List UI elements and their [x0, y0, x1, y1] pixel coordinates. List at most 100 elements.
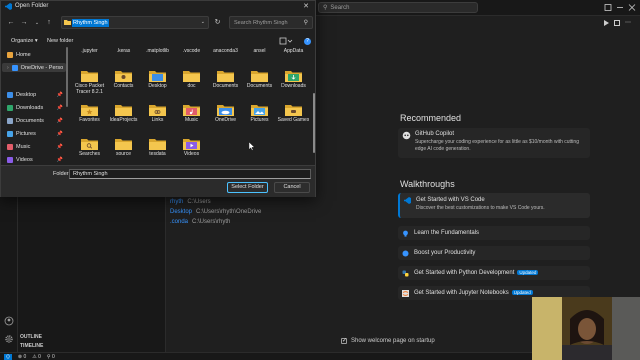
walkthrough-python[interactable]: Get Started with Python Development Updat… [398, 266, 590, 280]
view-options-icon[interactable] [279, 37, 293, 45]
nav-item-onedrive[interactable]: › OneDrive - Perso [2, 63, 66, 72]
new-folder-button[interactable]: New folder [47, 38, 73, 44]
folder-icon [115, 105, 132, 116]
nav-item-downloads[interactable]: Downloads 📌 [7, 103, 67, 112]
refresh-icon[interactable]: ↻ [212, 16, 223, 29]
folder-item[interactable]: Desktop [141, 67, 174, 99]
lightbulb-icon [403, 230, 408, 237]
nav-item-music[interactable]: Music 📌 [7, 142, 67, 151]
recent-item[interactable]: rhyth C:\Users [170, 199, 211, 205]
folder-item[interactable]: Links [141, 101, 174, 133]
walkthrough-vscode[interactable]: Get Started with VS Code Discover the be… [398, 193, 590, 218]
folder-item-label: doc [187, 83, 196, 89]
select-folder-button[interactable]: Select Folder [227, 182, 268, 193]
remote-icon[interactable]: ⟨⟩ [4, 353, 12, 360]
folder-name-input[interactable]: Rhythm Singh [69, 169, 311, 179]
recent-item[interactable]: Desktop C:\Users\rhyth\OneDrive [170, 209, 261, 215]
folder-item-label: Documents [246, 83, 273, 89]
nav-item-home[interactable]: Home [7, 50, 67, 59]
close-icon[interactable] [628, 3, 636, 12]
layout-icon[interactable] [604, 3, 612, 12]
split-editor-icon[interactable] [614, 20, 620, 26]
folder-item[interactable]: Searches [73, 135, 106, 165]
home-icon [7, 51, 13, 58]
dialog-close-icon[interactable]: ✕ [301, 2, 311, 12]
recent-name[interactable]: .conda [170, 219, 188, 225]
organize-menu[interactable]: Organize ▾ [11, 38, 38, 44]
folder-item[interactable]: Favorites [73, 101, 106, 133]
folder-item[interactable]: source [107, 135, 140, 165]
file-item-label[interactable]: anaconda3 [209, 48, 242, 54]
address-bar[interactable]: Rhythm Singh ⌄ [61, 16, 209, 29]
gear-icon[interactable] [4, 334, 14, 344]
file-item-label[interactable]: .keras [107, 48, 140, 54]
ports-count[interactable]: ⚲ 0 [47, 354, 55, 360]
up-icon[interactable]: ↑ [45, 19, 53, 27]
folder-icon [251, 105, 268, 116]
copilot-card[interactable]: GitHub Copilot Supercharge your coding e… [398, 128, 590, 158]
file-item-label[interactable]: ansel [243, 48, 276, 54]
dialog-titlebar: Open Folder ✕ [1, 1, 315, 13]
nav-item-documents[interactable]: Documents 📌 [7, 116, 67, 125]
folder-item[interactable]: Contacts [107, 67, 140, 99]
recent-name[interactable]: Desktop [170, 209, 192, 215]
chevron-down-icon[interactable]: ⌄ [201, 19, 205, 25]
run-icon[interactable] [604, 20, 609, 26]
folder-item[interactable]: Music [175, 101, 208, 133]
folder-item[interactable]: Cisco Packet Tracer 8.2.1 [73, 67, 106, 99]
nav-label: Downloads [16, 104, 44, 111]
nav-item-desktop[interactable]: Desktop 📌 [7, 90, 67, 99]
pin-icon: 📌 [56, 104, 63, 111]
folder-item[interactable]: OneDrive [209, 101, 242, 133]
folder-item[interactable]: IdeaProjects [107, 101, 140, 133]
nav-item-pictures[interactable]: Pictures 📌 [7, 129, 67, 138]
folder-icon [149, 105, 166, 116]
nav-item-videos[interactable]: Videos 📌 [7, 155, 67, 164]
recommended-heading: Recommended [400, 113, 462, 123]
walkthrough-productivity[interactable]: Boost your Productivity [398, 246, 590, 260]
navigation-pane: Home › OneDrive - Perso Desktop 📌 Downlo… [1, 47, 69, 165]
folder-item[interactable]: Saved Games [277, 101, 309, 133]
account-icon[interactable] [4, 316, 14, 326]
nav-scrollbar[interactable] [66, 47, 68, 107]
help-icon[interactable]: ? [304, 38, 311, 45]
command-center-search[interactable]: ⚲ Search [318, 2, 478, 13]
pin-icon: 📌 [56, 130, 63, 137]
folder-item[interactable]: Videos [175, 135, 208, 165]
folder-item[interactable]: tesdata [141, 135, 174, 165]
folder-item[interactable]: Downloads [277, 67, 309, 99]
recent-item[interactable]: .conda C:\Users\rhyth [170, 219, 230, 225]
file-item-label[interactable]: AppData [277, 48, 309, 54]
folder-item[interactable]: Documents [209, 67, 242, 99]
walkthroughs-heading: Walkthroughs [400, 179, 455, 189]
file-item-label[interactable]: .vscode [175, 48, 208, 54]
nav-label: Documents [16, 117, 44, 124]
checkbox-icon[interactable] [341, 337, 347, 344]
recent-locations-icon[interactable]: ⌄ [33, 19, 41, 27]
expand-chevron-icon[interactable]: › [7, 65, 9, 71]
timeline-section[interactable]: TIMELINE [20, 343, 43, 349]
file-item-label[interactable]: .matplotlib [141, 48, 174, 54]
folder-item-label: Links [151, 117, 164, 123]
folder-search-input[interactable]: Search Rhythm Singh ⚲ [229, 16, 313, 29]
errors-count[interactable]: ⊗ 0 [18, 354, 26, 360]
folder-item[interactable]: doc [175, 67, 208, 99]
cancel-button[interactable]: Cancel [274, 182, 310, 193]
folder-icon [285, 71, 302, 82]
show-welcome-toggle[interactable]: Show welcome page on startup [341, 337, 435, 344]
forward-icon[interactable]: → [20, 19, 28, 27]
back-icon[interactable]: ← [7, 19, 15, 27]
walkthrough-fundamentals[interactable]: Learn the Fundamentals [398, 226, 590, 240]
folder-item[interactable]: Pictures [243, 101, 276, 133]
minimize-icon[interactable] [616, 3, 624, 12]
more-actions-icon[interactable]: ⋯ [625, 20, 631, 26]
folder-icon [183, 105, 200, 116]
file-item-label[interactable]: .jupyter [73, 48, 106, 54]
copilot-title: GitHub Copilot [415, 131, 455, 137]
address-path[interactable]: Rhythm Singh [72, 19, 109, 27]
recent-name[interactable]: rhyth [170, 199, 183, 205]
warnings-count[interactable]: ⚠ 0 [32, 354, 41, 360]
folder-item[interactable]: Documents [243, 67, 276, 99]
files-scrollbar[interactable] [313, 93, 315, 153]
outline-section[interactable]: OUTLINE [20, 334, 42, 340]
